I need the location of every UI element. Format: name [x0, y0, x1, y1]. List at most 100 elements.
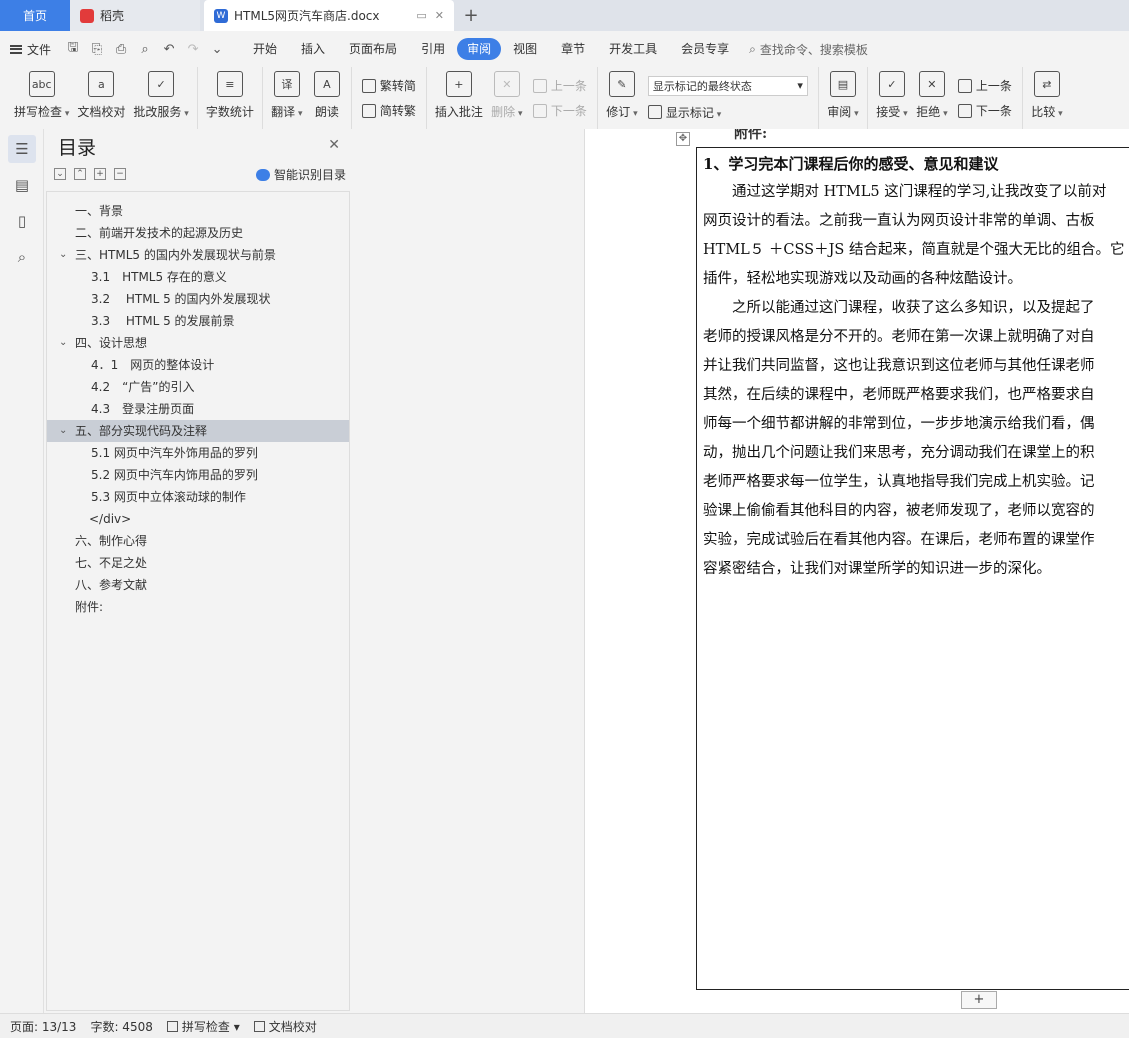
redo-icon[interactable]: ↷	[183, 39, 203, 59]
menu-start[interactable]: 开始	[241, 38, 289, 60]
toc-item[interactable]: 5.2 网页中汽车内饰用品的罗列	[47, 464, 349, 486]
next-comment-button[interactable]: 下一条	[532, 102, 587, 119]
next-change-button[interactable]: 下一条	[957, 102, 1012, 119]
accept-label: 接受	[876, 103, 907, 120]
delete-comment-icon: ✕	[493, 71, 520, 97]
menu-page-layout[interactable]: 页面布局	[337, 38, 409, 60]
menu-chapter[interactable]: 章节	[549, 38, 597, 60]
toc-item-label: 4.2 “广告”的引入	[91, 380, 195, 394]
toc-panel-icon[interactable]: ☰	[8, 135, 36, 163]
word-count-indicator[interactable]: 字数: 4508	[90, 1018, 152, 1035]
toc-item[interactable]: 5.3 网页中立体滚动球的制作	[47, 486, 349, 508]
batch-service-button[interactable]: ✓ 批改服务	[129, 67, 192, 129]
revise-button[interactable]: ✎ 修订	[602, 67, 642, 129]
simp-to-trad-label: 简转繁	[379, 104, 416, 118]
print-preview-icon[interactable]: ⌕	[135, 39, 155, 59]
toc-item[interactable]: 4．1 网页的整体设计	[47, 354, 349, 376]
toc-item[interactable]: 一、背景	[47, 200, 349, 222]
menu-review[interactable]: 审阅	[457, 38, 502, 60]
bookmark-icon[interactable]: ▯	[8, 207, 36, 235]
show-markup-button[interactable]: 显示标记	[647, 104, 808, 121]
file-menu-button[interactable]: 文件	[10, 41, 51, 58]
customize-chevron-icon[interactable]: ⌄	[207, 39, 227, 59]
menu-insert[interactable]: 插入	[289, 38, 337, 60]
toc-item[interactable]: 八、参考文献	[47, 574, 349, 596]
file-menu-label: 文件	[27, 42, 52, 57]
spell-check-button[interactable]: abc 拼写检查	[10, 67, 73, 129]
close-icon[interactable]: ✕	[328, 137, 340, 153]
command-search[interactable]: ⌕ 查找命令、搜索模板	[749, 41, 868, 58]
status-spell-check[interactable]: 拼写检查 ▾	[166, 1018, 240, 1035]
trad-to-simp-button[interactable]: 繁转简	[361, 77, 416, 94]
chapter-nav-icon[interactable]: ▤	[8, 171, 36, 199]
toc-item[interactable]: 六、制作心得	[47, 530, 349, 552]
nav-sidebar: ☰ ▤ ▯ ⌕	[0, 129, 44, 1013]
menu-reference[interactable]: 引用	[409, 38, 457, 60]
text-box[interactable]: 1、学习完本门课程后你的感受、意见和建议 通过这学期对 HTML5 这门课程的学…	[696, 147, 1129, 990]
compare-button[interactable]: ⇄ 比较	[1027, 67, 1067, 129]
undo-icon[interactable]: ↶	[159, 39, 179, 59]
toc-panel: 目录 ✕ ⌄ ⌃ + − 智能识别目录 一、背景 二、前端开发技术的起源及历史 ⌄ 三…	[44, 129, 356, 1013]
prev-change-button[interactable]: 上一条	[957, 77, 1012, 94]
prev-comment-button[interactable]: 上一条	[532, 77, 587, 94]
toc-item-label: 5.3 网页中立体滚动球的制作	[91, 490, 246, 504]
page-indicator[interactable]: 页面: 13/13	[10, 1018, 76, 1035]
chevron-down-icon[interactable]: ⌄	[59, 244, 67, 266]
toc-item[interactable]: ⌄ 三、HTML5 的国内外发展现状与前景	[47, 244, 349, 266]
smart-toc-button[interactable]: 智能识别目录	[255, 166, 346, 183]
toc-item[interactable]: 二、前端开发技术的起源及历史	[47, 222, 349, 244]
reject-button[interactable]: ✕ 拒绝	[912, 67, 952, 129]
toc-item[interactable]: 3.2 HTML 5 的国内外发展现状	[47, 288, 349, 310]
tab-home[interactable]: 首页	[0, 0, 70, 31]
new-tab-button[interactable]: +	[454, 0, 488, 31]
insert-comment-button[interactable]: + 插入批注	[431, 67, 487, 129]
menu-view[interactable]: 视图	[501, 38, 549, 60]
toc-item[interactable]: </div>	[47, 508, 349, 530]
toc-item[interactable]: 附件:	[47, 596, 349, 618]
toc-item-label: 六、制作心得	[75, 534, 148, 548]
collapse-minus-icon[interactable]: −	[114, 168, 126, 180]
toc-item[interactable]: 4.3 登录注册页面	[47, 398, 349, 420]
prev-comment-label: 上一条	[550, 79, 587, 93]
expand-plus-icon[interactable]: +	[94, 168, 106, 180]
toc-item[interactable]: 3.1 HTML5 存在的意义	[47, 266, 349, 288]
read-aloud-button[interactable]: A 朗读	[307, 67, 347, 129]
toc-item-label: </div>	[89, 512, 132, 526]
toc-item[interactable]: 3.3 HTML 5 的发展前景	[47, 310, 349, 332]
toc-item[interactable]: ⌄ 四、设计思想	[47, 332, 349, 354]
move-handle-icon[interactable]: ✥	[676, 132, 690, 146]
close-tab-icon[interactable]: ✕	[435, 9, 444, 22]
toc-item[interactable]: 4.2 “广告”的引入	[47, 376, 349, 398]
toc-item[interactable]: 5.1 网页中汽车外饰用品的罗列	[47, 442, 349, 464]
paragraph-line: 验课上偷偷看其他科目的内容，被老师发现了，老师以宽容的	[703, 503, 1095, 519]
export-pdf-icon[interactable]: ⎘	[87, 39, 107, 59]
save-icon[interactable]: 🖫	[63, 39, 83, 59]
insert-comment-icon: +	[445, 71, 472, 97]
collapse-down-icon[interactable]: ⌄	[54, 168, 66, 180]
toc-item[interactable]: 七、不足之处	[47, 552, 349, 574]
markup-state-select[interactable]: 显示标记的最终状态 ▾	[647, 75, 808, 96]
tab-document[interactable]: W HTML5网页汽车商店.docx ▭ ✕	[204, 0, 454, 31]
tab-daoke[interactable]: 稻壳	[70, 0, 200, 31]
delete-comment-button[interactable]: ✕ 删除	[487, 67, 527, 129]
chevron-down-icon[interactable]: ⌄	[59, 332, 67, 354]
doc-proof-button[interactable]: a 文档校对	[73, 67, 129, 129]
print-icon[interactable]: ⎙	[111, 39, 131, 59]
pin-icon[interactable]: ▭	[416, 9, 426, 22]
word-count-icon: ≡	[216, 71, 243, 97]
menu-dev-tools[interactable]: 开发工具	[597, 38, 669, 60]
accept-button[interactable]: ✓ 接受	[872, 67, 912, 129]
simp-to-trad-button[interactable]: 简转繁	[361, 102, 416, 119]
status-doc-proof[interactable]: 文档校对	[253, 1018, 317, 1035]
chevron-down-icon[interactable]: ⌄	[59, 420, 67, 442]
review-pane-button[interactable]: ▤ 审阅	[823, 67, 863, 129]
tab-document-label: HTML5网页汽车商店.docx	[234, 9, 380, 23]
menu-member[interactable]: 会员专享	[669, 38, 741, 60]
find-icon[interactable]: ⌕	[8, 243, 36, 271]
translate-button[interactable]: 译 翻译	[267, 67, 307, 129]
collapse-up-icon[interactable]: ⌃	[74, 168, 86, 180]
add-page-button[interactable]: +	[961, 991, 997, 1009]
toc-item[interactable]: ⌄ 五、部分实现代码及注释	[47, 420, 349, 442]
word-count-button[interactable]: ≡ 字数统计	[202, 67, 258, 129]
translate-label: 翻译	[271, 103, 302, 120]
